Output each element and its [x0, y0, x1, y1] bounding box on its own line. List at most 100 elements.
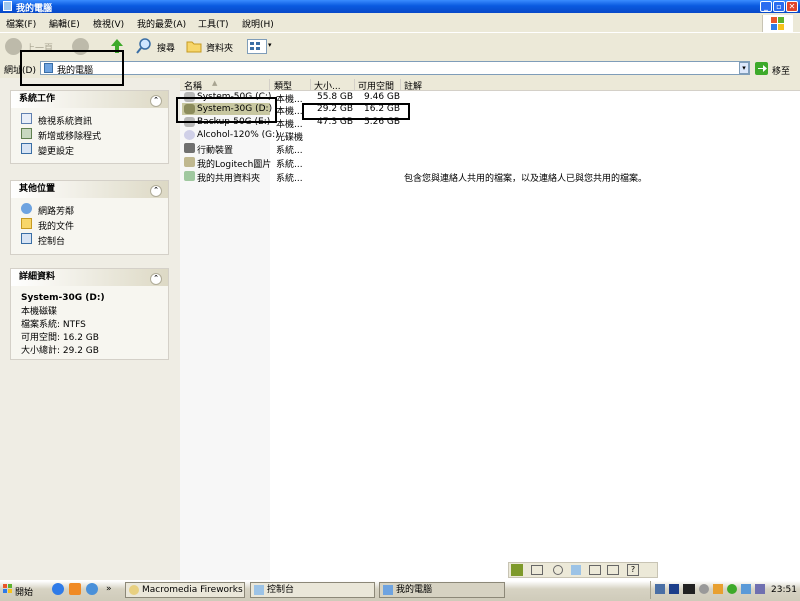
task-label: 控制台: [267, 585, 295, 595]
tray-security-icon[interactable]: [713, 584, 723, 594]
fireworks-icon: [129, 585, 139, 595]
row-type: 系統...: [276, 146, 303, 156]
tray-volume-icon[interactable]: [741, 584, 751, 594]
control-panel-icon: [21, 233, 32, 244]
column-header-free-space[interactable]: 可用空間: [358, 79, 401, 92]
task-add-remove-programs[interactable]: 新增或移除程式: [38, 129, 101, 142]
place-my-documents[interactable]: 我的文件: [38, 219, 74, 232]
input-method-icon[interactable]: [511, 564, 523, 576]
menu-favorites[interactable]: 我的最愛(A): [137, 17, 186, 30]
details-type: 本機磁碟: [21, 307, 58, 317]
language-bar: ?: [508, 562, 658, 578]
row-name: 我的共用資料夾: [197, 174, 261, 184]
tray-app-icon[interactable]: [683, 584, 695, 594]
row-type: 本機...: [276, 120, 303, 130]
tray-messenger-icon[interactable]: [727, 584, 737, 594]
task-my-computer[interactable]: 我的電腦: [379, 582, 505, 598]
row-comment: 包含您與連絡人共用的檔案，以及連絡人已與您共用的檔案。: [404, 174, 648, 184]
go-label[interactable]: 移至: [772, 64, 790, 77]
details-total-size: 大小總計: 29.2 GB: [21, 346, 99, 356]
pen-icon[interactable]: [589, 565, 601, 575]
search-icon[interactable]: [136, 38, 152, 54]
folders-label[interactable]: 資料夾: [206, 41, 233, 54]
cd-drive-icon: [184, 130, 195, 140]
change-settings-icon: [21, 143, 32, 154]
collapse-chevron-icon[interactable]: ⌃: [150, 185, 162, 197]
place-network[interactable]: 網路芳鄰: [38, 204, 74, 217]
settings-icon[interactable]: [553, 565, 563, 575]
go-arrow-icon[interactable]: [755, 62, 768, 75]
address-input[interactable]: 我的電腦: [40, 61, 750, 76]
other-places-panel: 其他位置 ⌃: [10, 180, 169, 255]
menu-icon[interactable]: [607, 565, 619, 575]
folders-icon[interactable]: [186, 39, 202, 53]
menu-edit[interactable]: 編輯(E): [49, 17, 80, 30]
task-view-system-info[interactable]: 檢視系統資訊: [38, 114, 92, 127]
collapse-chevron-icon[interactable]: ⌃: [150, 95, 162, 107]
other-places-header[interactable]: 其他位置 ⌃: [11, 181, 168, 198]
tool-icon[interactable]: [571, 565, 581, 575]
restore-button[interactable]: ▫: [773, 1, 785, 12]
details-name: System-30G (D:): [21, 293, 105, 303]
task-control-panel[interactable]: 控制台: [250, 582, 375, 598]
control-panel-icon: [254, 585, 264, 595]
quick-launch-chevron-icon[interactable]: »: [106, 584, 112, 594]
collapse-chevron-icon[interactable]: ⌃: [150, 273, 162, 285]
other-places-title: 其他位置: [19, 184, 56, 194]
task-change-settings[interactable]: 變更設定: [38, 144, 74, 157]
row-type: 系統...: [276, 174, 303, 184]
media-player-icon[interactable]: [69, 583, 81, 595]
details-title: 詳細資料: [19, 272, 56, 282]
callout-drive-box: [176, 97, 277, 123]
row-type: 光碟機: [276, 133, 304, 143]
callout-size-box: [302, 103, 410, 120]
address-dropdown-button[interactable]: ▾: [739, 62, 749, 74]
details-header[interactable]: 詳細資料 ⌃: [11, 269, 168, 286]
computer-icon: [383, 585, 393, 595]
column-headers: 名稱 ▲ 類型 大小... 可用空間 註解: [180, 78, 800, 92]
quick-launch-icon[interactable]: [86, 583, 98, 595]
help-icon[interactable]: ?: [627, 564, 639, 576]
tray-shield-icon[interactable]: [669, 584, 679, 594]
title-bar[interactable]: 我的電腦 _ ▫ ✕: [0, 0, 800, 14]
task-label: Macromedia Fireworks M...: [142, 585, 244, 595]
start-label: 開始: [15, 588, 34, 598]
menu-file[interactable]: 檔案(F): [6, 17, 36, 30]
task-fireworks[interactable]: Macromedia Fireworks M...: [125, 582, 245, 598]
place-control-panel[interactable]: 控制台: [38, 234, 65, 247]
system-info-icon: [21, 113, 32, 124]
close-button[interactable]: ✕: [786, 1, 798, 12]
column-header-type[interactable]: 類型: [274, 79, 311, 92]
my-documents-icon: [21, 218, 32, 229]
file-list[interactable]: [180, 78, 800, 580]
start-button[interactable]: 開始: [0, 581, 38, 599]
menu-bar: 檔案(F) 編輯(E) 檢視(V) 我的最愛(A) 工具(T) 說明(H): [0, 13, 800, 33]
ie-icon[interactable]: [52, 583, 64, 595]
details-free-space: 可用空間: 16.2 GB: [21, 333, 99, 343]
menu-view[interactable]: 檢視(V): [93, 17, 124, 30]
menu-help[interactable]: 說明(H): [242, 17, 274, 30]
search-label[interactable]: 搜尋: [157, 41, 175, 54]
row-name: Alcohol-120% (G:): [197, 130, 279, 140]
keyboard-icon[interactable]: [531, 565, 543, 575]
minimize-button[interactable]: _: [760, 1, 772, 12]
column-header-comment[interactable]: 註解: [404, 79, 794, 92]
row-free: 9.46 GB: [364, 92, 401, 102]
windows-logo-icon: [762, 15, 793, 32]
views-dropdown-icon[interactable]: ▾: [268, 41, 272, 49]
column-header-size[interactable]: 大小...: [314, 79, 355, 92]
tray-clock[interactable]: 23:51: [771, 585, 797, 595]
tray-update-icon[interactable]: [699, 584, 709, 594]
menu-tools[interactable]: 工具(T): [198, 17, 229, 30]
system-tasks-header[interactable]: 系統工作 ⌃: [11, 91, 168, 108]
add-remove-programs-icon: [21, 128, 32, 139]
sort-arrow-icon: ▲: [212, 79, 218, 87]
task-label: 我的電腦: [396, 585, 433, 595]
views-icon[interactable]: [247, 39, 267, 54]
network-places-icon: [21, 203, 32, 214]
tray-device-icon[interactable]: [755, 584, 765, 594]
column-header-name[interactable]: 名稱: [184, 79, 270, 92]
tray-network-icon[interactable]: [655, 584, 665, 594]
system-tasks-panel: 系統工作 ⌃: [10, 90, 169, 164]
row-name: 我的Logitech圖片: [197, 160, 272, 170]
